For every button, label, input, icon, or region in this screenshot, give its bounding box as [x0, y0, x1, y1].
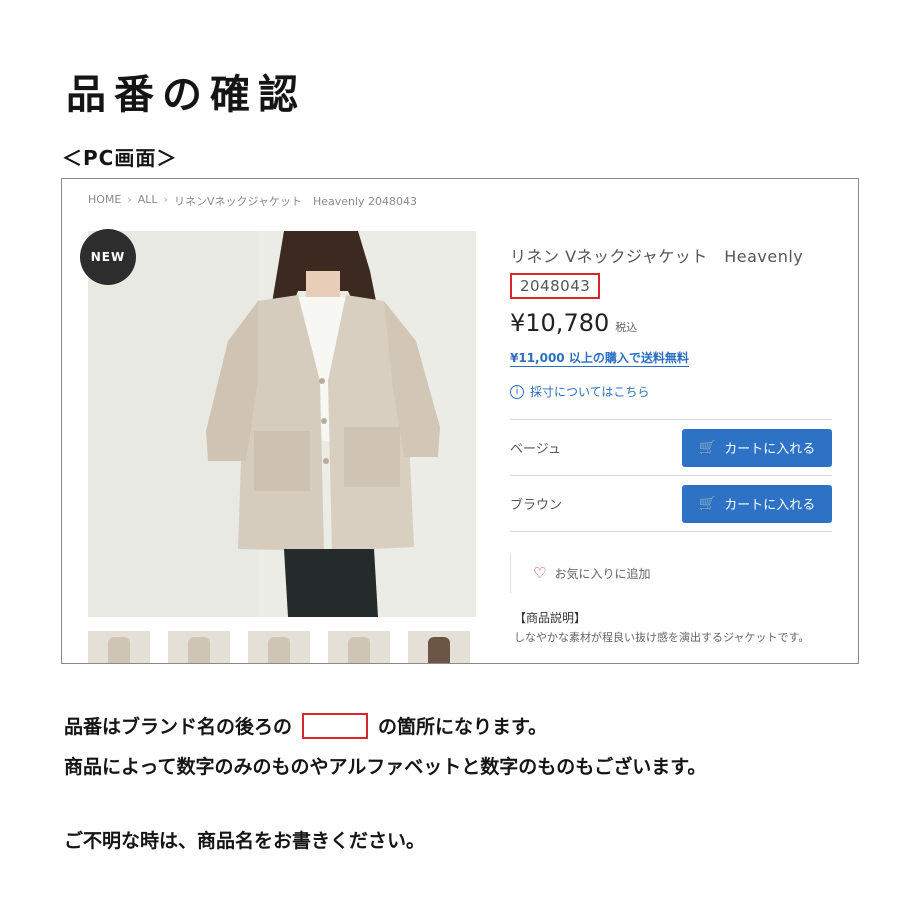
tax-label: 税込	[615, 321, 638, 334]
breadcrumb-home[interactable]: HOME	[88, 193, 121, 209]
cart-icon: 🛒	[698, 439, 717, 456]
variant-name: ベージュ	[510, 442, 561, 457]
instruction-text-after: の箇所になります。	[378, 716, 548, 738]
size-info-link[interactable]: i 採寸についてはこちら	[510, 383, 832, 400]
breadcrumb-all[interactable]: ALL	[138, 193, 158, 209]
variant-row: ベージュ 🛒 カートに入れる	[510, 420, 832, 476]
instruction-line-2: 商品によって数字のみのものやアルファベットと数字のものもございます。	[64, 756, 707, 778]
pc-screen-screenshot: HOME › ALL › リネンVネックジャケット Heavenly 20480…	[61, 178, 859, 664]
new-badge: NEW	[80, 229, 136, 285]
variant-row: ブラウン 🛒 カートに入れる	[510, 476, 832, 532]
description-heading: 【商品説明】	[514, 611, 587, 625]
info-icon: i	[510, 384, 524, 399]
breadcrumb-separator-icon: ›	[127, 193, 132, 206]
breadcrumb: HOME › ALL › リネンVネックジャケット Heavenly 20480…	[88, 193, 417, 209]
size-info-label: 採寸についてはこちら	[530, 385, 650, 399]
add-to-cart-label: カートに入れる	[724, 442, 816, 457]
price-row: ¥10,780 税込	[510, 309, 832, 337]
breadcrumb-separator-icon: ›	[163, 193, 168, 206]
breadcrumb-current: リネンVネックジャケット Heavenly 2048043	[173, 195, 418, 208]
product-name: リネン Vネックジャケット Heavenly	[510, 247, 804, 266]
page-title: 品番の確認	[66, 72, 306, 118]
description-text: しなやかな素材が程良い抜け感を演出するジャケットです。	[514, 631, 810, 644]
jacket-photo-illustration	[88, 231, 476, 617]
heart-icon: ♡	[533, 564, 547, 582]
free-shipping-link[interactable]: ¥11,000 以上の購入で送料無料	[510, 349, 689, 367]
red-box-indicator	[302, 712, 369, 739]
variant-list: ベージュ 🛒 カートに入れる ブラウン 🛒 カートに入れる	[510, 419, 832, 532]
thumbnail-strip	[88, 631, 470, 663]
instruction-line-3: ご不明な時は、商品名をお書きください。	[64, 830, 426, 852]
cart-icon: 🛒	[698, 495, 717, 512]
thumbnail[interactable]	[248, 631, 310, 663]
product-price: ¥10,780	[510, 309, 610, 337]
product-info: リネン Vネックジャケット Heavenly 2048043 ¥10,780 税…	[510, 243, 832, 400]
add-to-cart-button[interactable]: 🛒 カートに入れる	[682, 428, 832, 467]
instruction-text-before: 品番はブランド名の後ろの	[64, 716, 293, 738]
product-code-highlight: 2048043	[510, 273, 601, 299]
section-label: ＜PC画面＞	[62, 146, 178, 170]
thumbnail[interactable]	[88, 631, 150, 663]
add-to-cart-button[interactable]: 🛒 カートに入れる	[682, 484, 832, 523]
thumbnail[interactable]	[408, 631, 470, 663]
thumbnail[interactable]	[168, 631, 230, 663]
add-to-cart-label: カートに入れる	[724, 498, 816, 513]
product-main-image[interactable]	[88, 231, 476, 617]
instruction-line-1: 品番はブランド名の後ろの の箇所になります。	[64, 712, 547, 739]
add-to-favorites-button[interactable]: ♡ お気に入りに追加	[510, 553, 690, 593]
favorite-label: お気に入りに追加	[554, 566, 651, 581]
thumbnail[interactable]	[328, 631, 390, 663]
variant-name: ブラウン	[510, 498, 563, 513]
